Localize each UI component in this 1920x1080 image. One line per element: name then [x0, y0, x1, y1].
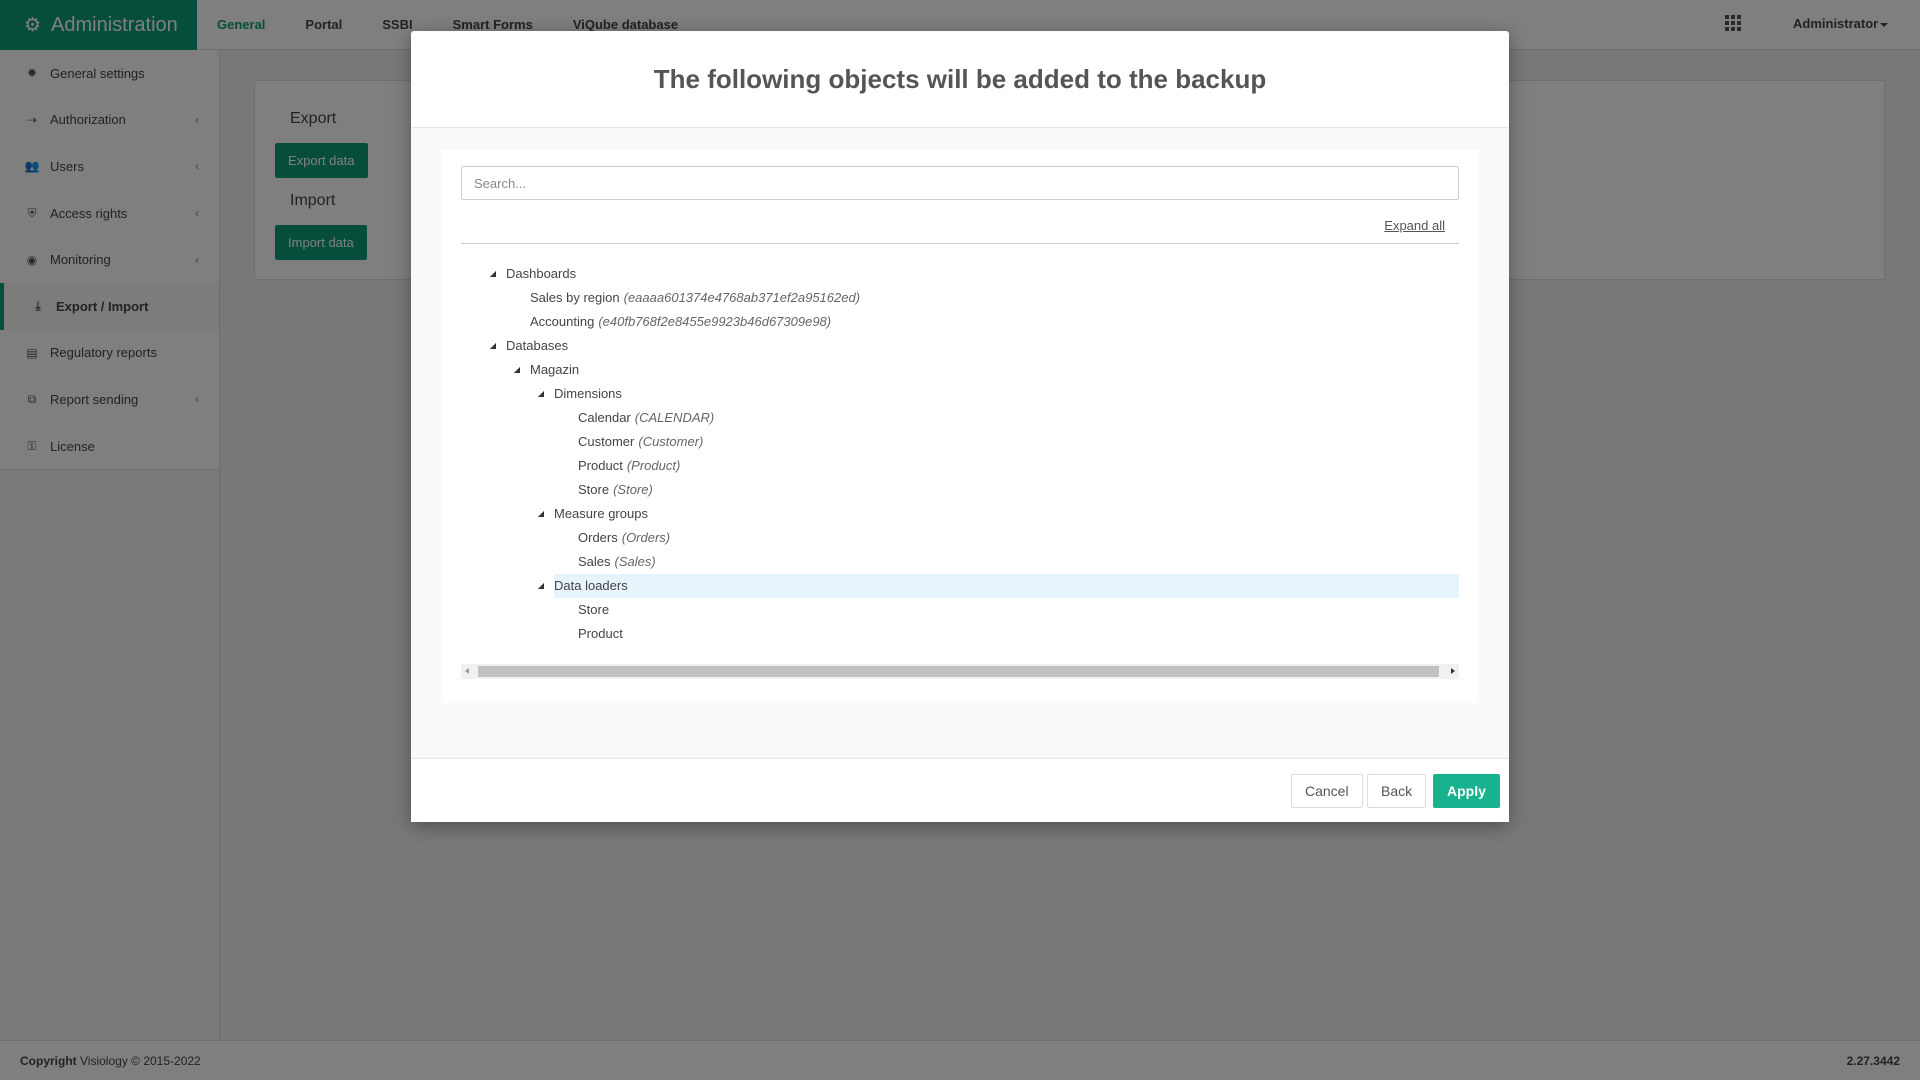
tree-node-text: Calendar (CALENDAR) [578, 406, 714, 430]
tree-node-product-loader[interactable]: Product [461, 622, 1459, 646]
cancel-button[interactable]: Cancel [1291, 774, 1363, 808]
collapse-triangle-icon[interactable]: ◢ [536, 382, 546, 406]
tree-node-text: Sales (Sales) [578, 550, 656, 574]
divider [461, 243, 1459, 244]
collapse-triangle-icon[interactable]: ◢ [488, 334, 498, 358]
tree-node-label: Sales by region [530, 290, 620, 305]
tree-node-magazin[interactable]: ◢ Magazin [461, 358, 1459, 382]
objects-tree-panel: Expand all ◢ Dashboards Sales by region(… [441, 150, 1479, 703]
tree-node-databases[interactable]: ◢ Databases [461, 334, 1459, 358]
tree-node-orders[interactable]: Orders (Orders) [461, 526, 1459, 550]
tree-node-id: (Store) [613, 482, 653, 497]
tree-node-label: Calendar [578, 410, 631, 425]
tree-node-id: (CALENDAR) [634, 410, 715, 425]
tree-node-label: Store [578, 602, 610, 617]
scrollbar-thumb[interactable] [478, 666, 1439, 677]
tree-node-accounting[interactable]: Accounting (e40fb768f2e8455e9923b46d67309… [461, 310, 1459, 334]
tree-node-label: Product [578, 626, 623, 641]
tree-node-text: Orders (Orders) [578, 526, 670, 550]
tree-node-label: Orders [578, 530, 618, 545]
tree-node-id: (Sales) [614, 554, 656, 569]
tree-node-sales[interactable]: Sales (Sales) [461, 550, 1459, 574]
collapse-triangle-icon[interactable]: ◢ [536, 502, 546, 526]
tree-node-product[interactable]: Product (Product) [461, 454, 1459, 478]
tree-node-id: (Product) [626, 458, 681, 473]
backup-objects-dialog: The following objects will be added to t… [411, 31, 1509, 822]
tree-node-id: (eaaaa601374e4768ab371ef2a95162ed) [623, 290, 861, 305]
tree-node-dashboards[interactable]: ◢ Dashboards [461, 262, 1459, 286]
tree-node-label: Product [578, 458, 623, 473]
expand-all-link[interactable]: Expand all [1384, 218, 1445, 233]
tree-node-id: (Customer) [638, 434, 704, 449]
tree-node-label: Databases [506, 338, 569, 353]
tree-node-label: Store [578, 482, 610, 497]
tree-node-label: Dimensions [554, 386, 622, 401]
tree-node-store[interactable]: Store (Store) [461, 478, 1459, 502]
tree-node-dimensions[interactable]: ◢ Dimensions [461, 382, 1459, 406]
collapse-triangle-icon[interactable]: ◢ [488, 262, 498, 286]
modal-title: The following objects will be added to t… [653, 63, 1267, 94]
apply-button[interactable]: Apply [1433, 774, 1500, 808]
tree-node-text: Product (Product) [578, 454, 680, 478]
tree-node-text: Accounting (e40fb768f2e8455e9923b46d67309… [530, 310, 831, 334]
tree-node-label: Sales [578, 554, 611, 569]
modal-body: Expand all ◢ Dashboards Sales by region(… [411, 128, 1509, 788]
scroll-left-arrow-icon[interactable] [465, 668, 469, 674]
tree-node-data-loaders[interactable]: ◢ Data loaders [538, 574, 1459, 598]
tree-node-label: Customer [578, 434, 635, 449]
tree-node-customer[interactable]: Customer (Customer) [461, 430, 1459, 454]
tree-node-text: Store (Store) [578, 478, 653, 502]
tree-node-sales-by-region[interactable]: Sales by region (eaaaa601374e4768ab371ef2… [461, 286, 1459, 310]
tree-node-label: Measure groups [554, 506, 648, 521]
tree-node-id: (e40fb768f2e8455e9923b46d67309e98) [598, 314, 832, 329]
scroll-right-arrow-icon[interactable] [1451, 668, 1455, 674]
tree-node-measure-groups[interactable]: ◢ Measure groups [461, 502, 1459, 526]
tree-node-id: (Orders) [621, 530, 671, 545]
tree-node-label: Accounting [530, 314, 595, 329]
tree-node-label: Dashboards [506, 266, 577, 281]
modal-footer: Cancel Back Apply [411, 758, 1509, 822]
objects-tree: ◢ Dashboards Sales by region (eaaaa601374… [461, 262, 1459, 646]
back-button[interactable]: Back [1367, 774, 1427, 808]
collapse-triangle-icon[interactable]: ◢ [512, 358, 522, 382]
tree-node-label: Magazin [530, 362, 580, 377]
modal-header: The following objects will be added to t… [411, 31, 1509, 128]
search-input[interactable] [461, 166, 1459, 200]
tree-node-text: Sales by region (eaaaa601374e4768ab371ef2… [530, 286, 860, 310]
collapse-triangle-icon[interactable]: ◢ [536, 574, 546, 598]
horizontal-scrollbar[interactable] [461, 664, 1459, 679]
tree-node-store-loader[interactable]: Store [461, 598, 1459, 622]
tree-node-text: Customer (Customer) [578, 430, 703, 454]
tree-node-label: Data loaders [554, 578, 628, 593]
tree-node-calendar[interactable]: Calendar (CALENDAR) [461, 406, 1459, 430]
